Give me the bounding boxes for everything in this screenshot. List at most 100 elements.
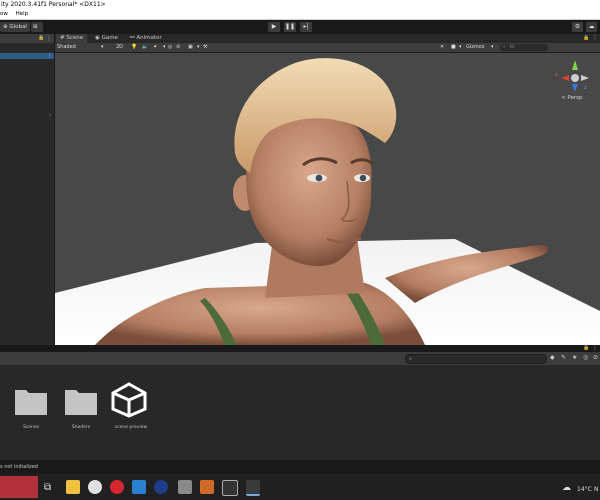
opera-icon[interactable] (110, 480, 124, 494)
app-orange-icon[interactable] (200, 480, 214, 494)
project-menu-icon[interactable]: ⋮ (592, 345, 598, 352)
pause-icon: ❚❚ (284, 23, 296, 30)
kebab-menu-icon[interactable]: ⋮ (46, 34, 52, 43)
weather-temp[interactable]: 14°C (577, 486, 592, 493)
status-bar: s not initialized (0, 460, 600, 474)
project-tab-bar: 🔒 ⋮ (0, 345, 600, 352)
search-placeholder: All (509, 45, 515, 50)
asset-label-scene-preview: scene preview (114, 425, 148, 430)
perspective-label[interactable]: < Persp (561, 95, 582, 101)
asset-scenes-folder[interactable] (14, 386, 48, 416)
play-button[interactable]: ▶ (268, 22, 280, 32)
camera-icon[interactable]: ▣ (188, 43, 193, 52)
tab-scene[interactable]: # Scene (56, 34, 88, 43)
shading-mode-label: Shaded (57, 44, 76, 50)
chevron-right-icon[interactable]: › (49, 112, 51, 119)
menu-item-help[interactable]: Help (16, 11, 29, 17)
pause-button[interactable]: ❚❚ (284, 22, 296, 32)
weather-cloud-icon[interactable]: ☁ (562, 483, 571, 493)
global-label: Global (9, 24, 27, 30)
tab-game[interactable]: ◉ Game (91, 34, 122, 43)
folder-icon (65, 390, 97, 415)
tab-menu-icon[interactable]: ⋮ (592, 34, 598, 41)
project-search-input[interactable]: ⌕ (405, 354, 547, 364)
wrench-icon[interactable]: ✕ (440, 43, 444, 52)
window-title-bar: ity 2020.3.41f1 Personal* <DX11> (0, 0, 600, 10)
pivot-global-toggle[interactable]: ⊕ Global (0, 22, 30, 32)
folder-icon (15, 390, 47, 415)
gizmos-label: Gizmos (466, 44, 485, 50)
asset-shaders-folder[interactable] (64, 386, 98, 416)
task-view-icon[interactable]: ⧉ (44, 482, 51, 493)
file-explorer-icon[interactable] (66, 480, 80, 494)
filter-label-icon[interactable]: ✎ (561, 354, 566, 361)
scene-visibility-icon[interactable]: ◎ (168, 43, 172, 52)
hidden-objects-icon[interactable]: ⊘ (176, 43, 180, 52)
settings-button[interactable]: ⚙ (572, 22, 583, 32)
tab-scene-label: Scene (66, 35, 84, 41)
mode-2d-toggle[interactable]: 2D (116, 43, 123, 52)
gizmos-chevron-icon: ▾ (491, 44, 494, 50)
scene-tab-icon: # (60, 35, 65, 41)
gizmo-icon (561, 60, 589, 92)
step-icon: ▸| (303, 23, 309, 30)
clock-partial[interactable]: N (594, 486, 599, 493)
app-c-icon[interactable] (154, 480, 168, 494)
favorites-icon[interactable]: ★ (572, 354, 577, 361)
gear-icon: ⚙ (574, 23, 581, 30)
asset-scene-preview[interactable] (110, 382, 148, 418)
menu-item-window[interactable]: ow (0, 11, 8, 17)
menu-bar: ow Help (0, 10, 600, 20)
tab-animator[interactable]: ⚯ Animator (126, 34, 166, 43)
scene-viewport[interactable]: x z < Persp (55, 53, 600, 345)
hierarchy-header: 🔒 ⋮ (0, 34, 54, 43)
cloud-icon: ☁ (588, 23, 595, 30)
cloud-button[interactable]: ☁ (586, 22, 597, 32)
search-icon: ⌕ (503, 45, 506, 50)
unity-logo-icon (111, 382, 147, 418)
axis-z-label: z (584, 85, 587, 91)
hidden-packages-icon[interactable]: ◎ (583, 354, 588, 361)
scene-render (55, 53, 600, 345)
app-m-icon[interactable] (132, 480, 146, 494)
asset-label-shaders: Shaders (71, 425, 91, 430)
asset-label-scenes: Scenes (22, 425, 40, 430)
camera-dropdown-icon[interactable]: ▾ (197, 43, 200, 52)
hierarchy-panel (0, 34, 55, 344)
orientation-gizmo[interactable]: x z (555, 58, 595, 98)
step-button[interactable]: ▸| (300, 22, 312, 32)
hidden-count-icon[interactable]: ⊘ (593, 354, 598, 361)
chevron-down-icon: ▾ (101, 44, 104, 50)
window-title: ity 2020.3.41f1 Personal* <DX11> (1, 1, 106, 8)
unity-editor-icon[interactable] (246, 480, 260, 496)
render-icon[interactable]: ■ (451, 43, 456, 52)
hierarchy-selected-row[interactable] (0, 53, 54, 59)
shading-mode-dropdown[interactable]: Shaded ▾ (57, 43, 107, 52)
grid-icon: ⊞ (33, 24, 38, 30)
audio-icon[interactable]: 🔈 (142, 43, 148, 52)
lock-icon[interactable]: 🔒 (38, 34, 44, 43)
animator-tab-icon: ⚯ (130, 35, 135, 41)
play-icon: ▶ (271, 23, 277, 30)
scene-search-input[interactable]: ⌕ All (500, 44, 548, 51)
status-text: s not initialized (0, 464, 38, 470)
unity-hub-icon[interactable] (222, 480, 238, 496)
tab-game-label: Game (101, 35, 118, 41)
mode-2d-label: 2D (116, 44, 124, 50)
global-icon: ⊕ (3, 24, 8, 30)
filter-type-icon[interactable]: ◆ (550, 354, 555, 361)
project-lock-icon[interactable]: 🔒 (583, 345, 589, 352)
effects-dropdown-icon[interactable]: ▾ (163, 43, 166, 52)
grid-snap-button[interactable]: ⊞ (31, 22, 43, 32)
row-menu-icon[interactable]: ⋮ (47, 53, 53, 59)
lighting-icon[interactable]: 💡 (131, 43, 137, 52)
axis-x-label: x (555, 72, 558, 78)
app-gallery-icon[interactable] (178, 480, 192, 494)
gizmos-dropdown[interactable]: Gizmos ▾ (466, 43, 498, 52)
tab-lock-icon[interactable]: 🔒 (583, 35, 589, 41)
render-dropdown-icon[interactable]: ▾ (459, 43, 462, 52)
chrome-icon[interactable] (88, 480, 102, 494)
tools-icon[interactable]: ⚒ (203, 43, 207, 52)
effects-icon[interactable]: ✦ (153, 43, 157, 52)
taskbar-search-thumbnail[interactable] (0, 476, 38, 498)
